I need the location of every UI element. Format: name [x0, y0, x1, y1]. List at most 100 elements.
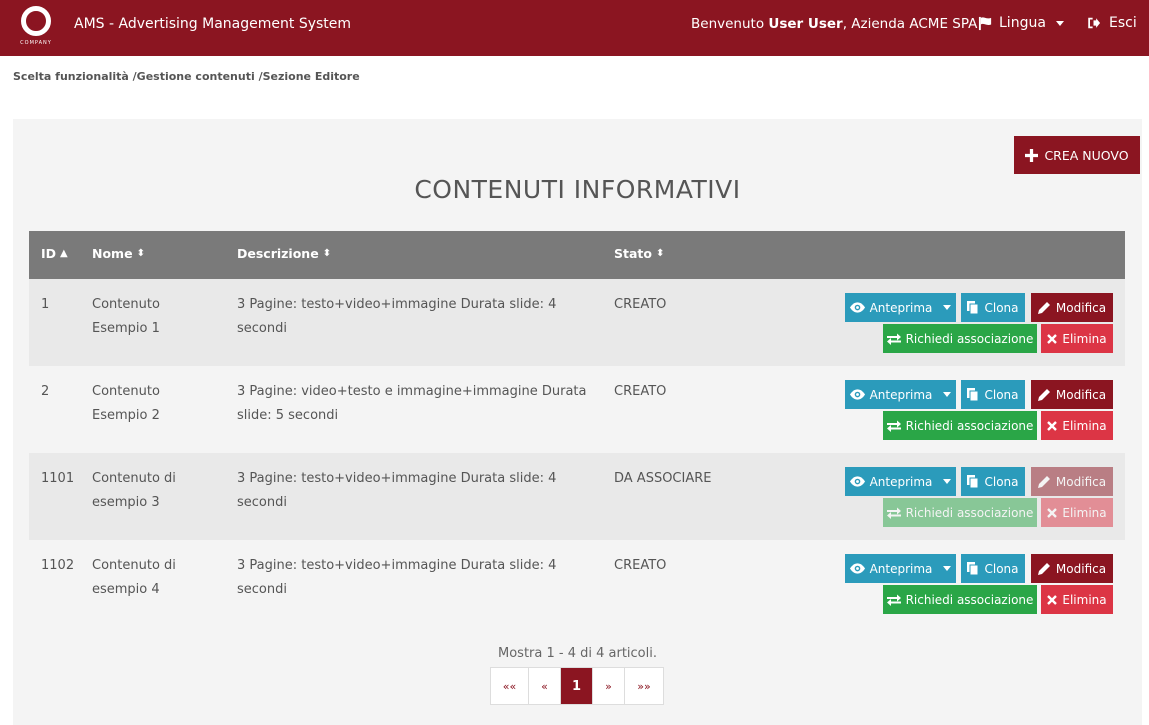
sign-out-icon [1088, 17, 1101, 29]
sort-icon: ⬍ [136, 248, 145, 259]
create-new-label: CREA NUOVO [1044, 147, 1129, 163]
preview-label: Anteprima [869, 474, 933, 489]
logo-ring-icon [21, 6, 51, 36]
exchange-icon [886, 333, 901, 345]
pencil-icon [1037, 476, 1050, 488]
preview-dropdown-button[interactable]: Anteprima [845, 380, 956, 409]
clone-label: Clona [984, 561, 1019, 576]
preview-dropdown-button[interactable]: Anteprima [845, 293, 956, 322]
welcome-prefix: Benvenuto [691, 16, 765, 32]
edit-button[interactable]: Modifica [1031, 467, 1113, 496]
edit-button[interactable]: Modifica [1031, 554, 1113, 583]
cell-description: 3 Pagine: video+testo e immagine+immagin… [237, 384, 587, 423]
cell-state: CREATO [614, 384, 667, 399]
clone-button[interactable]: Clona [961, 554, 1025, 583]
delete-button[interactable]: Elimina [1041, 324, 1113, 353]
column-header-name[interactable]: Nome ⬍ [92, 246, 145, 261]
chevron-down-icon [943, 305, 952, 310]
contents-table: ID ▲ Nome ⬍ Descrizione ⬍ Stato ⬍ 1 Cont… [29, 231, 1125, 627]
preview-label: Anteprima [869, 561, 933, 576]
close-icon [1047, 594, 1058, 605]
table-body: 1 Contenuto Esempio 1 3 Pagine: testo+vi… [29, 279, 1125, 627]
sort-asc-icon: ▲ [60, 248, 68, 259]
preview-dropdown-button[interactable]: Anteprima [845, 467, 956, 496]
delete-button[interactable]: Elimina [1041, 411, 1113, 440]
current-page-button[interactable]: 1 [561, 668, 593, 704]
eye-icon [849, 563, 865, 574]
clone-button[interactable]: Clona [961, 467, 1025, 496]
close-icon [1047, 333, 1058, 344]
cell-description: 3 Pagine: testo+video+immagine Durata sl… [237, 471, 557, 510]
clone-label: Clona [984, 387, 1019, 402]
request-association-button[interactable]: Richiedi associazione [883, 411, 1037, 440]
column-header-state[interactable]: Stato ⬍ [614, 246, 664, 261]
preview-label: Anteprima [869, 300, 933, 315]
logout-label: Esci [1109, 15, 1137, 31]
exchange-icon [886, 594, 901, 606]
column-header-id[interactable]: ID ▲ [41, 246, 68, 261]
clone-label: Clona [984, 474, 1019, 489]
table-header: ID ▲ Nome ⬍ Descrizione ⬍ Stato ⬍ [29, 231, 1125, 279]
prev-page-button[interactable]: « [529, 668, 561, 704]
cell-name: Contenuto di esempio 3 [92, 471, 176, 510]
row-actions: Anteprima Clona Modifica Richiedi associ… [843, 293, 1113, 355]
clone-button[interactable]: Clona [961, 380, 1025, 409]
breadcrumb[interactable]: Scelta funzionalità /Gestione contenuti … [13, 70, 360, 83]
column-header-description[interactable]: Descrizione ⬍ [237, 246, 331, 261]
cell-name: Contenuto Esempio 2 [92, 384, 160, 423]
cell-name: Contenuto Esempio 1 [92, 297, 160, 336]
request-association-label: Richiedi associazione [905, 592, 1034, 607]
edit-button[interactable]: Modifica [1031, 293, 1113, 322]
cell-name: Contenuto di esempio 4 [92, 558, 176, 597]
edit-label: Modifica [1055, 387, 1107, 402]
edit-label: Modifica [1055, 474, 1107, 489]
cell-state: CREATO [614, 297, 667, 312]
column-header-id-label: ID [41, 246, 57, 261]
edit-label: Modifica [1055, 300, 1107, 315]
request-association-button[interactable]: Richiedi associazione [883, 324, 1037, 353]
cell-id: 2 [41, 384, 50, 399]
app-title: AMS - Advertising Management System [74, 16, 352, 32]
chevron-down-icon [1055, 20, 1064, 26]
logo-text: COMPANY [20, 40, 52, 46]
welcome-message: Benvenuto User User, Azienda ACME SPA [691, 16, 977, 32]
column-header-description-label: Descrizione [237, 246, 319, 261]
sort-icon: ⬍ [655, 248, 665, 259]
column-header-name-label: Nome [92, 246, 133, 261]
company-logo[interactable]: COMPANY [12, 5, 60, 49]
delete-button[interactable]: Elimina [1041, 585, 1113, 614]
language-menu[interactable]: Lingua [978, 15, 1064, 31]
request-association-button[interactable]: Richiedi associazione [883, 498, 1037, 527]
copy-icon [967, 562, 979, 575]
next-page-button[interactable]: » [593, 668, 625, 704]
company-name: , Azienda ACME SPA [842, 16, 978, 32]
table-row: 1102 Contenuto di esempio 4 3 Pagine: te… [29, 540, 1125, 627]
page-title: CONTENUTI INFORMATIVI [414, 175, 741, 204]
sort-icon: ⬍ [322, 248, 332, 259]
eye-icon [849, 476, 865, 487]
row-actions: Anteprima Clona Modifica Richiedi associ… [843, 467, 1113, 529]
row-actions: Anteprima Clona Modifica Richiedi associ… [843, 554, 1113, 616]
edit-button[interactable]: Modifica [1031, 380, 1113, 409]
logout-button[interactable]: Esci [1086, 15, 1137, 31]
delete-label: Elimina [1062, 418, 1107, 433]
edit-label: Modifica [1055, 561, 1107, 576]
copy-icon [967, 301, 979, 314]
cell-id: 1102 [41, 558, 75, 573]
request-association-label: Richiedi associazione [905, 331, 1034, 346]
pencil-icon [1037, 563, 1050, 575]
request-association-button[interactable]: Richiedi associazione [883, 585, 1037, 614]
content-panel: CREA NUOVO CONTENUTI INFORMATIVI ID ▲ No… [13, 119, 1142, 725]
delete-label: Elimina [1062, 505, 1107, 520]
preview-dropdown-button[interactable]: Anteprima [845, 554, 956, 583]
request-association-label: Richiedi associazione [905, 418, 1034, 433]
table-row: 2 Contenuto Esempio 2 3 Pagine: video+te… [29, 366, 1125, 453]
cell-description: 3 Pagine: testo+video+immagine Durata sl… [237, 297, 557, 336]
delete-label: Elimina [1062, 592, 1107, 607]
clone-button[interactable]: Clona [961, 293, 1025, 322]
first-page-button[interactable]: «« [491, 668, 529, 704]
clone-label: Clona [984, 300, 1019, 315]
last-page-button[interactable]: »» [625, 668, 663, 704]
create-new-button[interactable]: CREA NUOVO [1014, 136, 1140, 174]
delete-button[interactable]: Elimina [1041, 498, 1113, 527]
